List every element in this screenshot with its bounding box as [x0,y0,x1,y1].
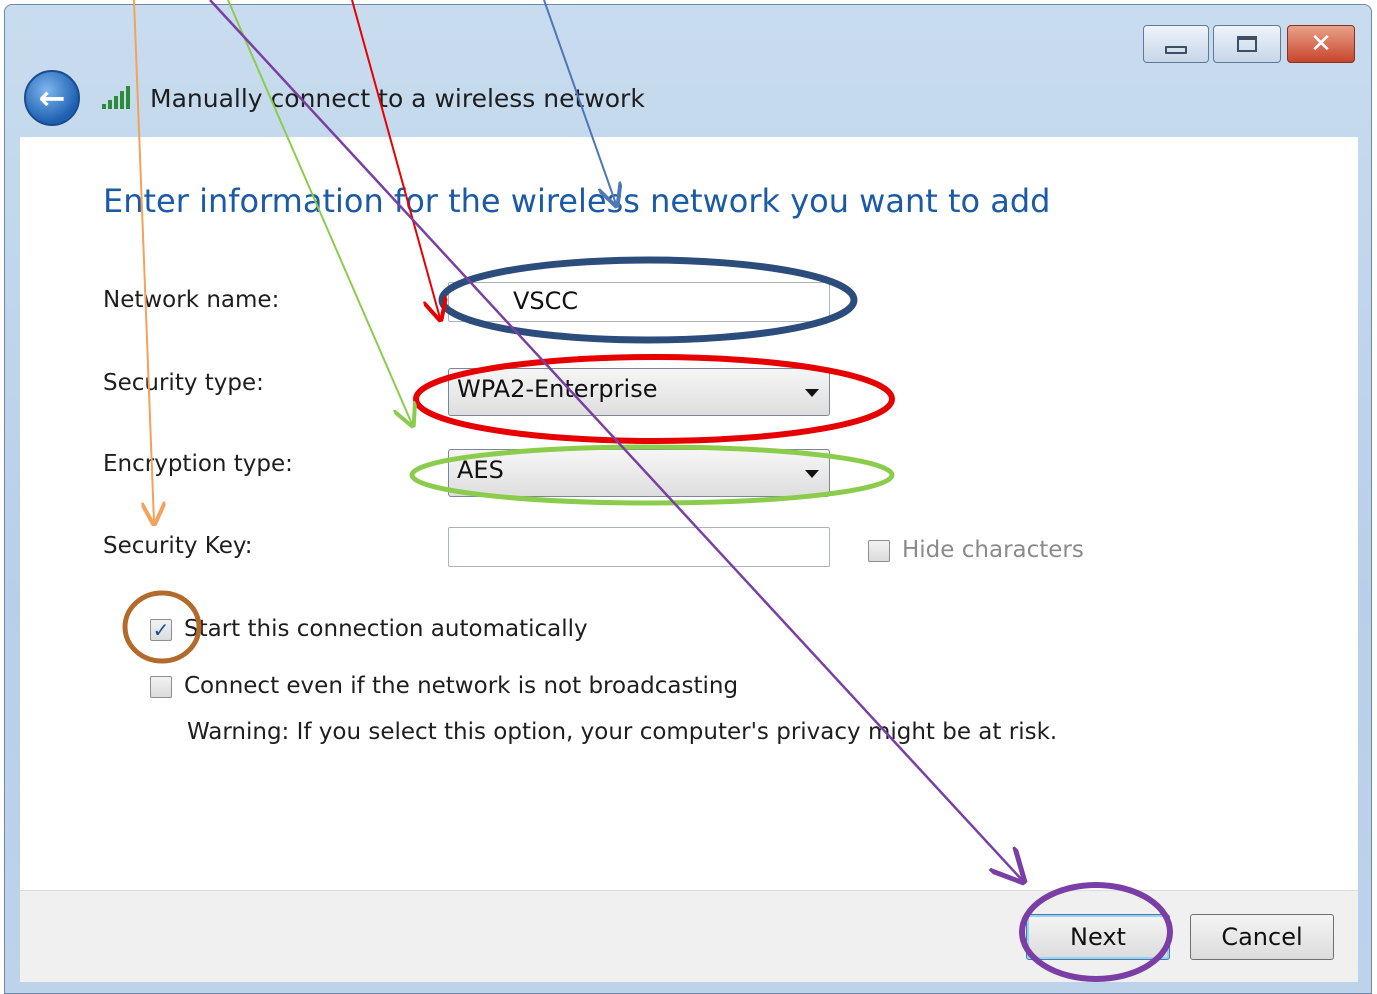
chevron-down-icon [805,470,819,478]
minimize-icon [1165,46,1187,54]
back-arrow-icon: ← [38,79,66,117]
security-type-select[interactable]: WPA2-Enterprise [448,368,830,416]
maximize-icon [1237,36,1257,52]
start-automatically-label: Start this connection automatically [184,616,588,642]
wireless-signal-icon [102,86,130,109]
chevron-down-icon [805,389,819,397]
privacy-warning-text: Warning: If you select this option, your… [187,719,1058,745]
encryption-type-value: AES [457,456,504,484]
encryption-type-select[interactable]: AES [448,449,830,497]
content-panel [20,137,1358,890]
network-name-input[interactable]: VSCC [448,282,830,322]
maximize-button[interactable] [1213,25,1281,63]
network-name-value: VSCC [513,287,579,315]
security-type-value: WPA2-Enterprise [457,375,658,403]
encryption-type-label: Encryption type: [103,451,293,477]
window-title: Manually connect to a wireless network [150,84,645,113]
close-icon: ✕ [1310,29,1332,59]
minimize-button[interactable] [1143,25,1209,63]
next-button[interactable]: Next [1026,914,1170,960]
connect-hidden-label: Connect even if the network is not broad… [184,673,739,699]
network-name-label: Network name: [103,287,280,313]
security-key-input[interactable] [448,527,830,567]
connect-hidden-checkbox[interactable] [150,676,172,698]
cancel-button[interactable]: Cancel [1190,914,1334,960]
security-type-label: Security type: [103,370,264,396]
page-heading: Enter information for the wireless netwo… [103,182,1051,220]
hide-characters-label: Hide characters [902,537,1084,563]
close-button[interactable]: ✕ [1287,25,1355,63]
start-automatically-checkbox[interactable]: ✓ [150,618,172,642]
back-button[interactable]: ← [24,70,80,126]
hide-characters-checkbox[interactable] [868,540,890,562]
checkmark-icon: ✓ [152,618,170,642]
security-key-label: Security Key: [103,533,253,559]
